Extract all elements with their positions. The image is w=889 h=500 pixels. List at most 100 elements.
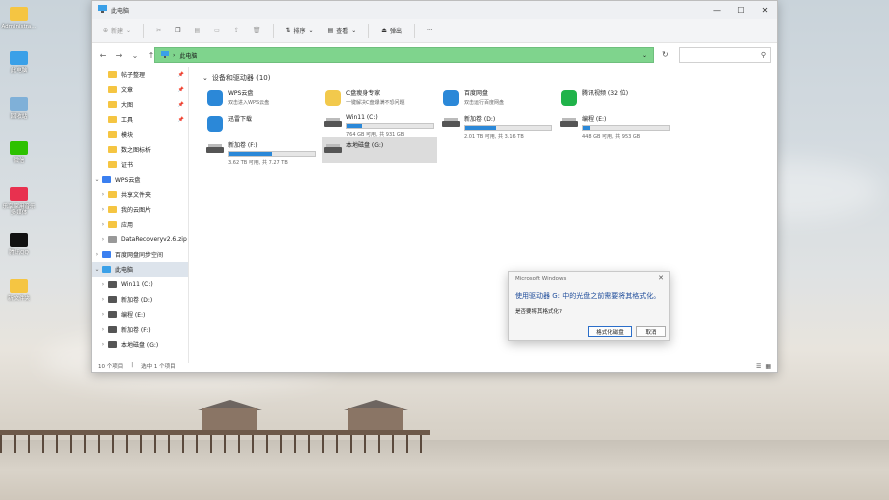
rename-button[interactable]: ▭ [209,23,225,39]
computer-icon [9,48,29,66]
new-label: 新建 [111,28,124,35]
chevron-right-icon[interactable]: › [98,281,108,288]
plus-icon: ⊕ [103,27,109,34]
drive-usage-fill [583,126,590,130]
sidebar-item-label: 我的云图片 [121,207,152,214]
paste-button[interactable]: ▤ [190,23,206,39]
desktop-icon[interactable]: 回收站 [2,94,36,120]
sidebar-item[interactable]: › 百度网盘同步空间 [92,247,188,262]
more-button[interactable]: ··· [422,23,438,39]
sidebar-item[interactable]: 工具 📌 [92,112,188,127]
desktop-icon[interactable]: 腾讯QQ [2,230,36,256]
sidebar-item[interactable]: › 新加卷 (F:) [92,322,188,337]
desktop-icon[interactable]: 微信 [2,138,36,164]
chevron-down-icon[interactable]: ⌄ [92,266,102,273]
chevron-down-icon[interactable]: ⌄ [92,176,102,183]
folder-icon [108,131,117,138]
drive-tile[interactable]: WPS云盘 双击进入WPS云盘 [204,85,319,111]
eject-button[interactable]: ⏏ 弹出 [376,23,407,39]
drive-tile[interactable]: 腾讯视频 (32 位) [558,85,673,111]
address-bar[interactable]: › 此电脑 ⌄ [154,47,654,63]
drive-tile[interactable]: 新加卷 (F:) 3.62 TB 可用, 共 7.27 TB [204,137,319,166]
dialog-message: 使用驱动器 G: 中的光盘之前需要将其格式化。 [515,292,661,300]
back-arrow-icon[interactable]: ← [98,51,108,60]
drive-tile[interactable]: 百度网盘 双击运行百度网盘 [440,85,555,111]
chevron-right-icon[interactable]: › [98,296,108,303]
sidebar-item[interactable]: › Win11 (C:) [92,277,188,292]
forward-arrow-icon[interactable]: → [114,51,124,60]
drive-tile[interactable]: C盘瘦身专家 一键解决C盘爆满不恐问题 [322,85,437,111]
sidebar-item[interactable]: 证书 [92,157,188,172]
sort-button[interactable]: ⇅ 排序 ⌄ [281,23,319,39]
divider: | [131,362,134,368]
view-label: 查看 [336,28,349,35]
minimize-icon[interactable]: — [705,1,729,19]
sidebar-item[interactable]: 模块 [92,127,188,142]
drive-subtitle: 双击进入WPS云盘 [228,100,270,106]
cancel-button[interactable]: 取消 [636,326,666,337]
breadcrumb[interactable]: 此电脑 [179,51,197,60]
drive-tile[interactable]: 迅雷下载 [204,111,319,137]
sidebar-item-label: 证书 [121,162,134,169]
format-disk-button[interactable]: 格式化磁盘 [588,326,632,337]
title-bar[interactable]: 此电脑 — ☐ ✕ [92,1,777,19]
sidebar-item[interactable]: ⌄ 此电脑 [92,262,188,277]
sidebar-item[interactable]: › DataRecoveryv2.6.zip [92,232,188,247]
sidebar-item-label: 百度网盘同步空间 [115,252,164,259]
view-button[interactable]: ▤ 查看 ⌄ [323,23,362,39]
close-icon[interactable]: ✕ [753,1,777,19]
sidebar-item[interactable]: ⌄ WPS云盘 [92,172,188,187]
sidebar-item[interactable]: › 本地磁盘 (G:) [92,337,188,352]
chevron-right-icon[interactable]: › [98,311,108,318]
drive-subtitle: 双击运行百度网盘 [464,100,505,106]
chevron-right-icon[interactable]: › [98,341,108,348]
drive-tile[interactable]: 新加卷 (D:) 2.01 TB 可用, 共 3.16 TB [440,111,555,140]
file-explorer-window: 此电脑 — ☐ ✕ ⊕ 新建 ⌄ ✂ ❐ ▤ ▭ ⇪ 🗑 ⇅ 排序 ⌄ ▤ 查看… [91,0,778,373]
sidebar-item[interactable]: › 编程 (E:) [92,307,188,322]
sidebar-item[interactable]: › 新加卷 (D:) [92,292,188,307]
cut-button[interactable]: ✂ [151,23,166,39]
chevron-down-icon: ⌄ [308,27,314,34]
folder-icon [108,281,117,288]
baidu-cloud-icon [440,87,462,109]
search-input[interactable]: ⚲ [679,47,771,63]
chevron-right-icon[interactable]: › [98,326,108,333]
share-button[interactable]: ⇪ [229,23,244,39]
desktop-icon[interactable]: 此电脑 [2,48,36,74]
tiles-view-icon[interactable]: ▦ [765,363,771,370]
details-view-icon[interactable]: ☰ [756,363,761,370]
close-icon[interactable]: ✕ [658,274,664,282]
refresh-icon[interactable]: ↻ [662,50,669,59]
desktop-icon[interactable]: 新文件夹 [2,276,36,302]
chevron-down-icon[interactable]: ⌄ [130,51,140,60]
sidebar-item[interactable]: 文章 📌 [92,82,188,97]
section-header[interactable]: ⌄ 设备和驱动器 (10) [202,73,270,83]
sidebar-item[interactable]: › 共享文件夹 [92,187,188,202]
chevron-right-icon[interactable]: › [98,191,108,198]
drive-name: 迅雷下载 [228,116,253,123]
chevron-right-icon[interactable]: › [92,251,102,258]
chevron-down-icon[interactable]: ⌄ [642,52,647,59]
drive-tile[interactable]: 本地磁盘 (G:) [322,137,437,163]
chevron-right-icon[interactable]: › [98,236,108,243]
sidebar-item[interactable]: 数之图标析 [92,142,188,157]
desktop-icon[interactable]: Administra... [2,4,36,30]
drive-tile[interactable]: 编程 (E:) 448 GB 可用, 共 953 GB [558,111,673,140]
sidebar-item[interactable]: › 应用 [92,217,188,232]
maximize-icon[interactable]: ☐ [729,1,753,19]
chevron-right-icon[interactable]: › [98,206,108,213]
desktop-icon[interactable]: 乐享家用音乐多媒体 [2,184,36,216]
chevron-right-icon[interactable]: › [98,221,108,228]
copy-button[interactable]: ❐ [170,23,185,39]
divider [413,23,415,38]
folder-icon [9,276,29,294]
qq-icon [9,230,29,248]
new-button[interactable]: ⊕ 新建 ⌄ [98,23,136,39]
sidebar-item-label: 共享文件夹 [121,192,152,199]
delete-button[interactable]: 🗑 [248,23,266,39]
drive-tile[interactable]: Win11 (C:) 764 GB 可用, 共 931 GB [322,111,437,138]
sidebar-item[interactable]: › 我的云图片 [92,202,188,217]
sidebar-item[interactable]: 大图 📌 [92,97,188,112]
content-area: ⌄ 设备和驱动器 (10) WPS云盘 双击进入WPS云盘 C盘瘦身专家 一键解决C盘… [196,67,777,363]
sidebar-item[interactable]: 帖子整理 📌 [92,67,188,82]
